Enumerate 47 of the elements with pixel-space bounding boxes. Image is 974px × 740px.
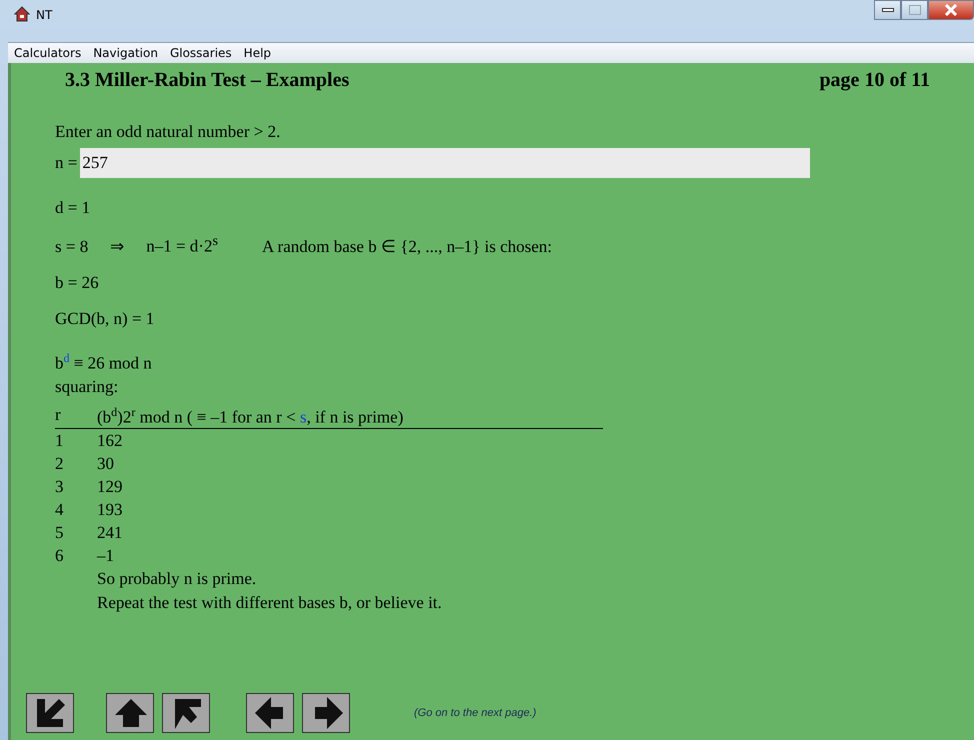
table-cell-text: 4 xyxy=(55,498,64,521)
table-cell-text: 3 xyxy=(55,476,64,498)
minimize-icon xyxy=(882,7,894,13)
window-title: NT xyxy=(36,8,52,22)
table-cell-text: 6 xyxy=(55,544,64,567)
conclusion-text: So probably n is prime. xyxy=(97,568,256,588)
minimize-button[interactable] xyxy=(874,0,901,20)
close-button[interactable] xyxy=(928,0,974,20)
nav-button[interactable] xyxy=(26,693,74,733)
table-cell-text: –1 xyxy=(97,544,115,567)
maximize-icon xyxy=(908,5,920,15)
squaring-label: squaring: xyxy=(55,377,118,398)
menu-item[interactable]: Navigation xyxy=(87,46,164,60)
prompt-text: Enter an odd natural number > 2. xyxy=(55,122,280,142)
column-header: r xyxy=(55,405,62,426)
input-label: n = xyxy=(55,153,78,173)
nav-button[interactable] xyxy=(162,693,210,733)
d-value: d = 1 xyxy=(55,198,90,218)
table-cell-text: 162 xyxy=(97,430,124,452)
conclusion-text: Repeat the test with different bases b, or believe it. xyxy=(97,592,442,612)
menu-item[interactable]: Calculators xyxy=(8,46,88,60)
page-number: page 10 of 11 xyxy=(819,69,930,92)
formula-text: n–1 = d·2$^{s}$ xyxy=(146,233,218,257)
table-cell-text: 129 xyxy=(97,476,124,498)
implies-symbol: ⇒ xyxy=(110,236,124,257)
house-icon xyxy=(14,6,30,22)
power-congruence-text: b$^{d}$ ≡ 26 mod n xyxy=(55,350,152,374)
table-cell-text: 241 xyxy=(97,522,124,544)
table-cell-text: 2 xyxy=(55,452,64,475)
number-input-field[interactable]: 257 xyxy=(80,148,810,178)
nav-button[interactable] xyxy=(302,693,350,733)
menu-item[interactable]: Help xyxy=(238,46,278,60)
page-title: 3.3 Miller-Rabin Test – Examples xyxy=(65,69,350,92)
menu-item[interactable]: Glossaries xyxy=(164,46,238,60)
column-header: (b$^{d}$)2$^{r}$ mod n ( ≡ –1 for an r < s, if n is prime) xyxy=(97,405,404,428)
table-cell-text: 193 xyxy=(97,498,124,521)
s-value: s = 8 xyxy=(55,236,88,257)
table-cell-text: 30 xyxy=(97,452,115,475)
b-value: b = 26 xyxy=(55,272,99,293)
close-icon xyxy=(944,4,958,16)
table-cell-text: 1 xyxy=(55,430,64,452)
nav-button[interactable] xyxy=(106,693,154,733)
gcd-text: GCD(b, n) = 1 xyxy=(55,308,154,329)
next-page-hint: (Go on to the next page.) xyxy=(414,707,536,719)
nav-button[interactable] xyxy=(246,693,294,733)
table-cell-text: 5 xyxy=(55,522,64,544)
random-base-note: A random base b ∈ {2, ..., n–1} is chosen: xyxy=(262,236,552,257)
